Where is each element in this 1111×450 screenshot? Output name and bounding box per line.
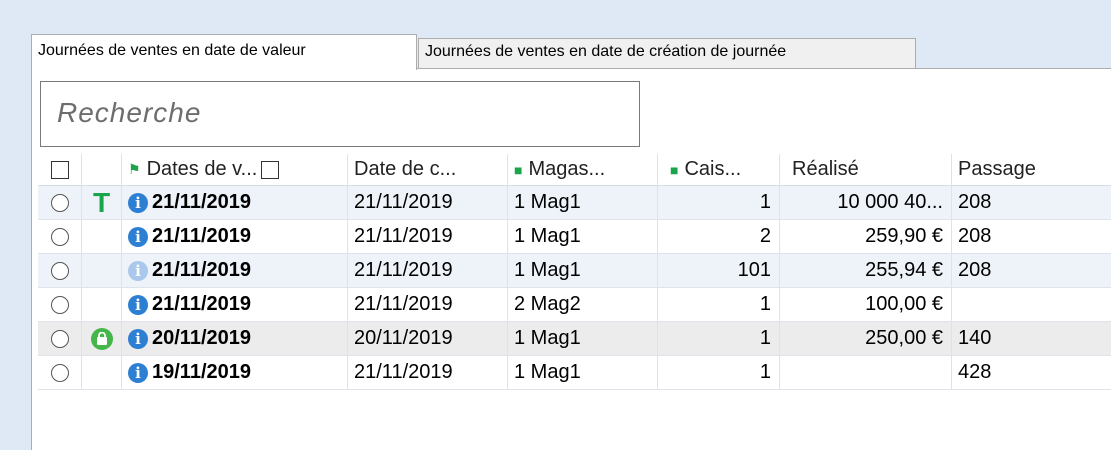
magasin: 1 Mag1 (508, 322, 658, 355)
info-icon[interactable]: i (128, 192, 148, 213)
row-status-marker (82, 254, 122, 287)
table-row[interactable]: i 21/11/2019 21/11/2019 1 Mag1 2 259,90 €208 (38, 220, 1111, 254)
date-creation: 21/11/2019 (348, 356, 508, 389)
row-select-radio[interactable] (50, 193, 69, 212)
passage (952, 288, 1111, 321)
tab-date-creation[interactable]: Journées de ventes en date de création d… (418, 38, 916, 68)
register-icon: ■ (670, 161, 679, 178)
magasin: 1 Mag1 (508, 254, 658, 287)
date-valeur: 20/11/2019 (152, 327, 251, 349)
row-status-marker: T (82, 186, 122, 219)
date-creation: 21/11/2019 (348, 254, 508, 287)
column-header-realise[interactable]: Réalisé (780, 154, 952, 185)
store-icon: ■ (514, 161, 523, 178)
row-status-marker (82, 220, 122, 253)
marker-t-icon: T (92, 186, 111, 218)
date-creation: 20/11/2019 (348, 322, 508, 355)
caisse: 1 (658, 356, 780, 389)
row-status-marker (82, 322, 122, 355)
tab-date-valeur[interactable]: Journées de ventes en date de valeur (31, 34, 417, 70)
lock-icon (90, 327, 113, 350)
realise: 259,90 € (780, 220, 952, 253)
caisse: 101 (658, 254, 780, 287)
select-all-checkbox[interactable] (50, 160, 69, 179)
table-row[interactable]: i 21/11/2019 21/11/2019 2 Mag2 1 100,00 € (38, 288, 1111, 322)
date-valeur: 21/11/2019 (152, 259, 251, 281)
column-header-date-creation[interactable]: Date de c... (348, 154, 508, 185)
date-creation: 21/11/2019 (348, 186, 508, 219)
date-creation: 21/11/2019 (348, 288, 508, 321)
magasin: 2 Mag2 (508, 288, 658, 321)
column-filter-checkbox[interactable] (261, 160, 280, 179)
date-valeur: 21/11/2019 (152, 293, 251, 315)
magasin: 1 Mag1 (508, 220, 658, 253)
date-creation: 21/11/2019 (348, 220, 508, 253)
info-icon[interactable]: i (128, 328, 148, 349)
magasin: 1 Mag1 (508, 356, 658, 389)
tab-panel: Recherche ⚑ Dates de v... Date de c... ■… (31, 68, 1111, 450)
table-row[interactable]: i 21/11/2019 21/11/2019 1 Mag1 101 255,94 €20… (38, 254, 1111, 288)
column-header-dates-valeur[interactable]: ⚑ Dates de v... (122, 154, 348, 185)
table-row[interactable]: i 20/11/2019 20/11/2019 1 Mag1 1 250,00 €140 (38, 322, 1111, 356)
row-select-radio[interactable] (50, 363, 69, 382)
row-select-radio[interactable] (50, 295, 69, 314)
passage: 428 (958, 361, 992, 383)
info-icon[interactable]: i (128, 260, 148, 281)
table-row[interactable]: Ti 21/11/2019 21/11/2019 1 Mag1 1 10 000 40..… (38, 186, 1111, 220)
realise: 100,00 € (780, 288, 952, 321)
realise (780, 356, 952, 389)
info-icon[interactable]: i (128, 294, 148, 315)
passage: 208 (958, 225, 992, 247)
row-status-marker (82, 288, 122, 321)
row-select-radio[interactable] (50, 261, 69, 280)
row-select-radio[interactable] (50, 329, 69, 348)
realise: 255,94 € (780, 254, 952, 287)
caisse: 2 (658, 220, 780, 253)
column-header-magasin[interactable]: ■ Magas... (508, 154, 658, 185)
passage: 140 (958, 327, 992, 349)
row-select-radio[interactable] (50, 227, 69, 246)
date-valeur: 21/11/2019 (152, 191, 251, 213)
search-input[interactable]: Recherche (40, 81, 640, 147)
date-valeur: 21/11/2019 (152, 225, 251, 247)
grid-header: ⚑ Dates de v... Date de c... ■ Magas... … (38, 154, 1111, 186)
column-header-caisse[interactable]: ■ Cais... (658, 154, 780, 185)
table-row[interactable]: i 19/11/2019 21/11/2019 1 Mag1 1 428 (38, 356, 1111, 390)
info-icon[interactable]: i (128, 362, 148, 383)
row-status-marker (82, 356, 122, 389)
passage: 208 (958, 259, 992, 281)
caisse: 1 (658, 322, 780, 355)
column-header-passage[interactable]: Passage (952, 154, 1111, 185)
passage: 208 (958, 191, 992, 213)
date-valeur: 19/11/2019 (152, 361, 251, 383)
caisse: 1 (658, 186, 780, 219)
magasin: 1 Mag1 (508, 186, 658, 219)
flag-icon: ⚑ (128, 161, 141, 177)
caisse: 1 (658, 288, 780, 321)
info-icon[interactable]: i (128, 226, 148, 247)
realise: 10 000 40... (780, 186, 952, 219)
realise: 250,00 € (780, 322, 952, 355)
